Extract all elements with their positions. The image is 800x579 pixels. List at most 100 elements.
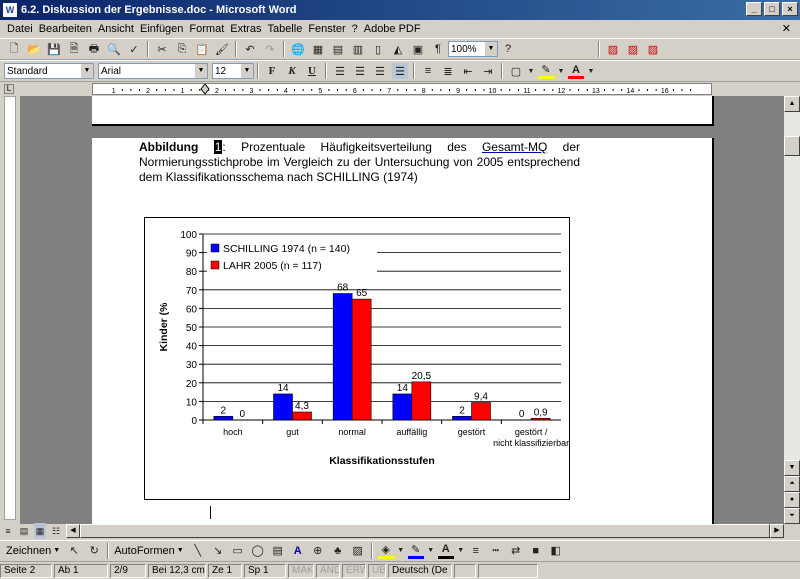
select-objects-icon[interactable]: ↖: [66, 543, 82, 559]
next-page-icon[interactable]: ⏷: [784, 508, 800, 524]
status-track-changes[interactable]: ÄND: [316, 563, 340, 578]
paste-icon[interactable]: 📋: [194, 41, 210, 57]
permission-icon[interactable]: 🗎: [66, 41, 82, 57]
decrease-indent-icon[interactable]: ⇤: [460, 63, 476, 79]
minimize-button[interactable]: _: [746, 2, 762, 16]
diagram-icon[interactable]: ⊕: [310, 543, 326, 559]
line-color-icon[interactable]: ✎: [407, 543, 424, 559]
line-icon[interactable]: ╲: [190, 543, 206, 559]
clipart-icon[interactable]: ♣: [330, 543, 346, 559]
document-map-icon[interactable]: ▣: [410, 41, 426, 57]
line-style-icon[interactable]: ≡: [468, 543, 484, 559]
status-language[interactable]: Deutsch (De: [388, 563, 452, 578]
align-justify-icon[interactable]: ☰: [392, 63, 408, 79]
menu-format[interactable]: Format: [186, 23, 227, 35]
undo-icon[interactable]: ↶: [242, 41, 258, 57]
underline-icon[interactable]: U: [304, 63, 320, 79]
picture-icon[interactable]: ▨: [350, 543, 366, 559]
scroll-thumb[interactable]: [784, 136, 800, 156]
highlight-icon[interactable]: ✎: [538, 63, 554, 79]
pdf-email-icon[interactable]: ▨: [625, 41, 641, 57]
bold-icon[interactable]: F: [264, 63, 280, 79]
copy-icon[interactable]: ⎘: [174, 41, 190, 57]
tab-selector-icon[interactable]: L: [4, 84, 14, 94]
horizontal-scroll-thumb[interactable]: [80, 524, 770, 538]
print-preview-icon[interactable]: 🔍: [106, 41, 122, 57]
bullets-icon[interactable]: ≣: [440, 63, 456, 79]
menu-datei[interactable]: Datei: [4, 23, 36, 35]
italic-icon[interactable]: K: [284, 63, 300, 79]
normal-view-icon[interactable]: ≡: [2, 523, 14, 539]
scroll-right-icon[interactable]: ▶: [770, 524, 784, 538]
chart-frame[interactable]: 0 10 20 30 40 50 60 70 80 90 100 hoch 2 0 gut 14 4,3 norm…: [144, 217, 570, 500]
zoom-select[interactable]: 100% ▼: [448, 41, 498, 57]
chevron-down-icon[interactable]: ▼: [457, 543, 464, 559]
open-folder-icon[interactable]: 📂: [26, 41, 42, 57]
pdf-review-icon[interactable]: ▨: [645, 41, 661, 57]
scroll-up-icon[interactable]: ▲: [784, 96, 800, 112]
drawing-icon[interactable]: ◭: [390, 41, 406, 57]
format-painter-icon[interactable]: 🖌: [214, 41, 230, 57]
web-view-icon[interactable]: ▤: [18, 523, 30, 539]
chevron-down-icon[interactable]: ▼: [177, 547, 184, 554]
help-icon[interactable]: ?: [500, 41, 516, 57]
word-app-icon[interactable]: W: [3, 3, 17, 17]
font-select[interactable]: Arial ▼: [98, 63, 208, 79]
align-left-icon[interactable]: ☰: [332, 63, 348, 79]
borders-icon[interactable]: ▢: [508, 63, 524, 79]
columns-icon[interactable]: ▯: [370, 41, 386, 57]
chevron-down-icon[interactable]: ▼: [485, 42, 497, 56]
chevron-down-icon[interactable]: ▼: [53, 547, 60, 554]
previous-page-icon[interactable]: ⏶: [784, 476, 800, 492]
font-color-icon[interactable]: A: [437, 543, 454, 559]
menu-ansicht[interactable]: Ansicht: [95, 23, 137, 35]
insert-table-icon[interactable]: ▤: [330, 41, 346, 57]
font-color-icon[interactable]: A: [568, 63, 584, 79]
show-formatting-icon[interactable]: ¶: [430, 41, 446, 57]
figure-caption[interactable]: Abbildung 1: Prozentuale Häufigkeitsvert…: [139, 140, 580, 185]
document-area[interactable]: Abbildung 1: Prozentuale Häufigkeitsvert…: [20, 96, 784, 524]
chevron-down-icon[interactable]: ▼: [241, 64, 253, 78]
close-document-icon[interactable]: ✕: [779, 22, 794, 35]
spelling-icon[interactable]: ✓: [126, 41, 142, 57]
fill-color-icon[interactable]: ◈: [377, 543, 394, 559]
autoshapes-menu[interactable]: AutoFormen: [112, 545, 177, 557]
close-button[interactable]: ×: [782, 2, 798, 16]
menu-extras[interactable]: Extras: [227, 23, 264, 35]
draw-menu[interactable]: Zeichnen: [4, 545, 53, 557]
chevron-down-icon[interactable]: ▼: [397, 543, 404, 559]
chevron-down-icon[interactable]: ▼: [427, 543, 434, 559]
arrow-icon[interactable]: ↘: [210, 543, 226, 559]
chevron-down-icon[interactable]: ▼: [528, 63, 535, 79]
menu-adobe-pdf[interactable]: Adobe PDF: [361, 23, 424, 35]
rectangle-icon[interactable]: ▭: [230, 543, 246, 559]
chevron-down-icon[interactable]: ▼: [81, 64, 93, 78]
pdf-convert-icon[interactable]: ▨: [605, 41, 621, 57]
shadow-icon[interactable]: ■: [528, 543, 544, 559]
horizontal-scrollbar[interactable]: ◀ ▶: [66, 524, 784, 538]
arrow-style-icon[interactable]: ⇄: [508, 543, 524, 559]
numbering-icon[interactable]: ≡: [420, 63, 436, 79]
maximize-button[interactable]: □: [764, 2, 780, 16]
align-right-icon[interactable]: ☰: [372, 63, 388, 79]
textbox-icon[interactable]: ▤: [270, 543, 286, 559]
browse-object-icon[interactable]: ●: [784, 492, 800, 508]
hyperlink-icon[interactable]: 🌐: [290, 41, 306, 57]
vertical-ruler[interactable]: [0, 96, 20, 520]
scroll-left-icon[interactable]: ◀: [66, 524, 80, 538]
horizontal-ruler[interactable]: 1 2 1 2 3 4 5 6 7 8 9 10 11 12 13 14 16: [92, 83, 712, 95]
tables-borders-icon[interactable]: ▦: [310, 41, 326, 57]
align-center-icon[interactable]: ☰: [352, 63, 368, 79]
vertical-scrollbar[interactable]: ▲ ▼ ⏶ ● ⏷: [784, 96, 800, 524]
menu-fenster[interactable]: Fenster: [305, 23, 348, 35]
status-extend[interactable]: ERW: [342, 563, 366, 578]
style-select[interactable]: Standard ▼: [4, 63, 94, 79]
chevron-down-icon[interactable]: ▼: [558, 63, 565, 79]
new-document-icon[interactable]: 🗋: [6, 41, 22, 57]
outline-view-icon[interactable]: ☷: [50, 523, 62, 539]
menu-help[interactable]: ?: [349, 23, 361, 35]
scroll-down-icon[interactable]: ▼: [784, 460, 800, 476]
rotate-icon[interactable]: ↻: [86, 543, 102, 559]
status-overtype[interactable]: ÜB: [368, 563, 386, 578]
chevron-down-icon[interactable]: ▼: [195, 64, 207, 78]
